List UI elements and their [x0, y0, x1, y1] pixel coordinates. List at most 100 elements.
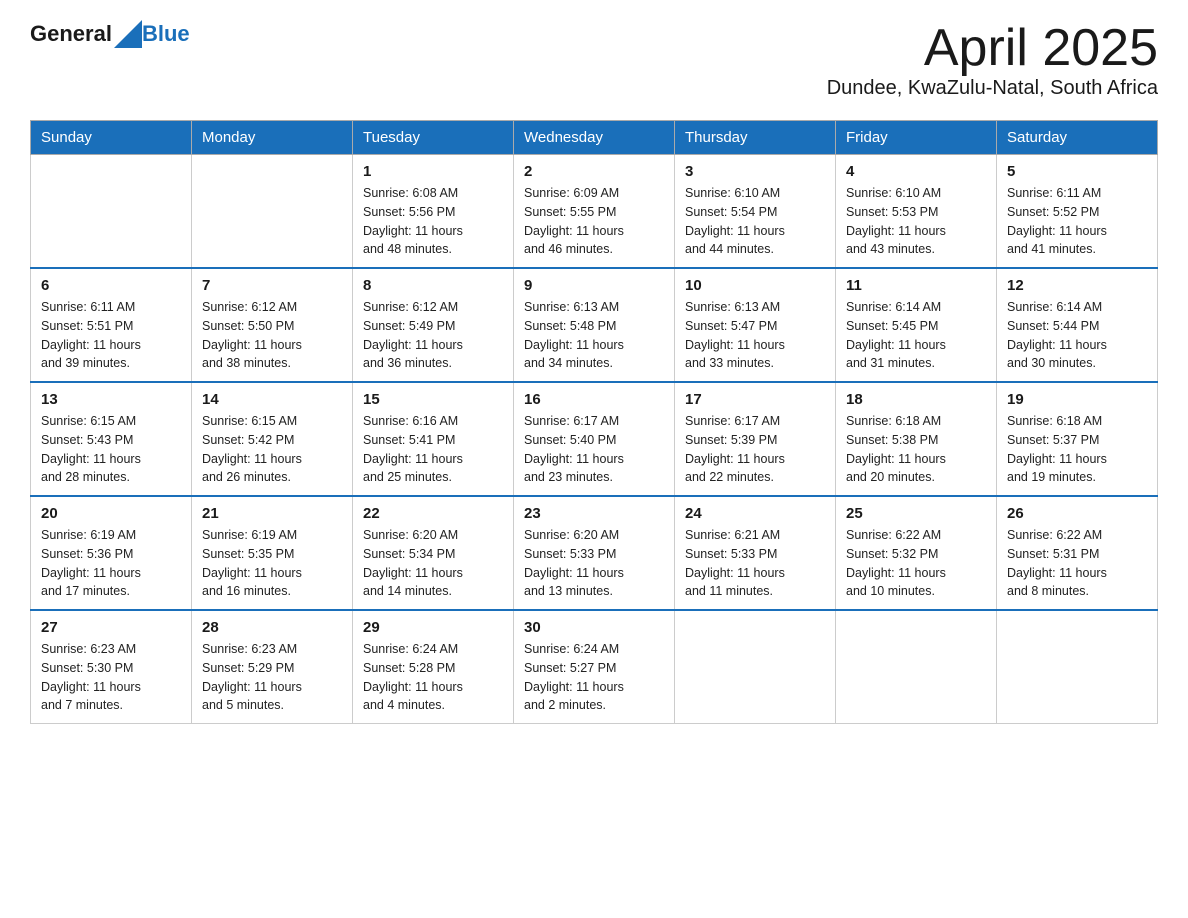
day-info: Sunrise: 6:08 AM Sunset: 5:56 PM Dayligh… [363, 184, 503, 259]
calendar-cell: 16 Sunrise: 6:17 AM Sunset: 5:40 PM Dayli… [514, 382, 675, 496]
page-title: April 2025 [827, 20, 1158, 77]
calendar-cell [192, 155, 353, 269]
calendar-cell: 11 Sunrise: 6:14 AM Sunset: 5:45 PM Dayli… [836, 268, 997, 382]
calendar-cell: 3 Sunrise: 6:10 AM Sunset: 5:54 PM Daylig… [675, 155, 836, 269]
day-number: 3 [685, 163, 825, 180]
calendar-cell: 8Sunrise: 6:12 AM Sunset: 5:49 PM Daylig… [353, 268, 514, 382]
calendar-cell: 26 Sunrise: 6:22 AM Sunset: 5:31 PM Dayli… [997, 496, 1158, 610]
calendar-cell: 18 Sunrise: 6:18 AM Sunset: 5:38 PM Dayli… [836, 382, 997, 496]
day-number: 16 [524, 391, 664, 408]
day-info: Sunrise: 6:13 AM Sunset: 5:47 PM Dayligh… [685, 298, 825, 373]
day-number: 11 [846, 277, 986, 294]
day-of-week-header: Friday [836, 121, 997, 155]
day-info: Sunrise: 6:23 AM Sunset: 5:29 PM Dayligh… [202, 640, 342, 715]
day-info: Sunrise: 6:17 AM Sunset: 5:40 PM Dayligh… [524, 412, 664, 487]
day-number: 25 [846, 505, 986, 522]
calendar-cell: 5 Sunrise: 6:11 AM Sunset: 5:52 PM Daylig… [997, 155, 1158, 269]
calendar-cell: 2Sunrise: 6:09 AM Sunset: 5:55 PM Daylig… [514, 155, 675, 269]
calendar-week-row: 13Sunrise: 6:15 AM Sunset: 5:43 PM Dayli… [31, 382, 1158, 496]
day-info: Sunrise: 6:11 AM Sunset: 5:51 PM Dayligh… [41, 298, 181, 373]
calendar-body: 1Sunrise: 6:08 AM Sunset: 5:56 PM Daylig… [31, 155, 1158, 724]
day-info: Sunrise: 6:12 AM Sunset: 5:50 PM Dayligh… [202, 298, 342, 373]
calendar-cell [31, 155, 192, 269]
day-number: 4 [846, 163, 986, 180]
day-info: Sunrise: 6:19 AM Sunset: 5:36 PM Dayligh… [41, 526, 181, 601]
day-of-week-header: Monday [192, 121, 353, 155]
day-number: 27 [41, 619, 181, 636]
day-number: 18 [846, 391, 986, 408]
day-info: Sunrise: 6:13 AM Sunset: 5:48 PM Dayligh… [524, 298, 664, 373]
day-number: 7 [202, 277, 342, 294]
day-of-week-header: Saturday [997, 121, 1158, 155]
day-number: 9 [524, 277, 664, 294]
calendar-cell: 7 Sunrise: 6:12 AM Sunset: 5:50 PM Daylig… [192, 268, 353, 382]
calendar-cell: 23 Sunrise: 6:20 AM Sunset: 5:33 PM Dayli… [514, 496, 675, 610]
logo: General Blue [30, 20, 190, 48]
day-info: Sunrise: 6:22 AM Sunset: 5:32 PM Dayligh… [846, 526, 986, 601]
day-info: Sunrise: 6:20 AM Sunset: 5:34 PM Dayligh… [363, 526, 503, 601]
day-number: 12 [1007, 277, 1147, 294]
day-info: Sunrise: 6:21 AM Sunset: 5:33 PM Dayligh… [685, 526, 825, 601]
day-of-week-header: Thursday [675, 121, 836, 155]
calendar-cell: 14 Sunrise: 6:15 AM Sunset: 5:42 PM Dayli… [192, 382, 353, 496]
calendar-cell [997, 610, 1158, 724]
calendar-cell: 28 Sunrise: 6:23 AM Sunset: 5:29 PM Dayli… [192, 610, 353, 724]
calendar-cell: 15 Sunrise: 6:16 AM Sunset: 5:41 PM Dayli… [353, 382, 514, 496]
calendar-week-row: 6Sunrise: 6:11 AM Sunset: 5:51 PM Daylig… [31, 268, 1158, 382]
calendar-cell [675, 610, 836, 724]
calendar-cell: 13Sunrise: 6:15 AM Sunset: 5:43 PM Dayli… [31, 382, 192, 496]
day-info: Sunrise: 6:10 AM Sunset: 5:54 PM Dayligh… [685, 184, 825, 259]
day-number: 5 [1007, 163, 1147, 180]
calendar-cell: 19 Sunrise: 6:18 AM Sunset: 5:37 PM Dayli… [997, 382, 1158, 496]
day-number: 15 [363, 391, 503, 408]
day-info: Sunrise: 6:18 AM Sunset: 5:38 PM Dayligh… [846, 412, 986, 487]
calendar-cell: 24 Sunrise: 6:21 AM Sunset: 5:33 PM Dayli… [675, 496, 836, 610]
calendar-cell: 29Sunrise: 6:24 AM Sunset: 5:28 PM Dayli… [353, 610, 514, 724]
title-block: April 2025 Dundee, KwaZulu-Natal, South … [827, 20, 1158, 100]
calendar-header: SundayMondayTuesdayWednesdayThursdayFrid… [31, 121, 1158, 155]
day-number: 17 [685, 391, 825, 408]
day-info: Sunrise: 6:23 AM Sunset: 5:30 PM Dayligh… [41, 640, 181, 715]
logo-text-general: General [30, 21, 112, 47]
day-number: 20 [41, 505, 181, 522]
day-number: 23 [524, 505, 664, 522]
day-info: Sunrise: 6:14 AM Sunset: 5:44 PM Dayligh… [1007, 298, 1147, 373]
calendar-cell: 10Sunrise: 6:13 AM Sunset: 5:47 PM Dayli… [675, 268, 836, 382]
day-info: Sunrise: 6:16 AM Sunset: 5:41 PM Dayligh… [363, 412, 503, 487]
day-of-week-header: Tuesday [353, 121, 514, 155]
logo-icon [114, 20, 142, 48]
calendar-cell: 1Sunrise: 6:08 AM Sunset: 5:56 PM Daylig… [353, 155, 514, 269]
calendar-cell [836, 610, 997, 724]
day-info: Sunrise: 6:19 AM Sunset: 5:35 PM Dayligh… [202, 526, 342, 601]
calendar-cell: 12 Sunrise: 6:14 AM Sunset: 5:44 PM Dayli… [997, 268, 1158, 382]
calendar-cell: 30Sunrise: 6:24 AM Sunset: 5:27 PM Dayli… [514, 610, 675, 724]
day-info: Sunrise: 6:17 AM Sunset: 5:39 PM Dayligh… [685, 412, 825, 487]
calendar-cell: 6Sunrise: 6:11 AM Sunset: 5:51 PM Daylig… [31, 268, 192, 382]
day-number: 28 [202, 619, 342, 636]
day-number: 24 [685, 505, 825, 522]
calendar-cell: 27 Sunrise: 6:23 AM Sunset: 5:30 PM Dayli… [31, 610, 192, 724]
day-number: 19 [1007, 391, 1147, 408]
day-number: 29 [363, 619, 503, 636]
day-info: Sunrise: 6:18 AM Sunset: 5:37 PM Dayligh… [1007, 412, 1147, 487]
day-info: Sunrise: 6:24 AM Sunset: 5:27 PM Dayligh… [524, 640, 664, 715]
day-info: Sunrise: 6:20 AM Sunset: 5:33 PM Dayligh… [524, 526, 664, 601]
day-number: 26 [1007, 505, 1147, 522]
calendar-cell: 17 Sunrise: 6:17 AM Sunset: 5:39 PM Dayli… [675, 382, 836, 496]
day-number: 14 [202, 391, 342, 408]
calendar-cell: 20 Sunrise: 6:19 AM Sunset: 5:36 PM Dayli… [31, 496, 192, 610]
day-info: Sunrise: 6:15 AM Sunset: 5:42 PM Dayligh… [202, 412, 342, 487]
calendar-week-row: 20 Sunrise: 6:19 AM Sunset: 5:36 PM Dayli… [31, 496, 1158, 610]
day-info: Sunrise: 6:22 AM Sunset: 5:31 PM Dayligh… [1007, 526, 1147, 601]
day-info: Sunrise: 6:09 AM Sunset: 5:55 PM Dayligh… [524, 184, 664, 259]
day-info: Sunrise: 6:12 AM Sunset: 5:49 PM Dayligh… [363, 298, 503, 373]
page-header: General Blue April 2025 Dundee, KwaZulu-… [30, 20, 1158, 100]
calendar-cell: 4 Sunrise: 6:10 AM Sunset: 5:53 PM Daylig… [836, 155, 997, 269]
day-number: 21 [202, 505, 342, 522]
day-info: Sunrise: 6:14 AM Sunset: 5:45 PM Dayligh… [846, 298, 986, 373]
day-of-week-header: Sunday [31, 121, 192, 155]
day-info: Sunrise: 6:11 AM Sunset: 5:52 PM Dayligh… [1007, 184, 1147, 259]
calendar-cell: 25 Sunrise: 6:22 AM Sunset: 5:32 PM Dayli… [836, 496, 997, 610]
day-info: Sunrise: 6:10 AM Sunset: 5:53 PM Dayligh… [846, 184, 986, 259]
day-info: Sunrise: 6:15 AM Sunset: 5:43 PM Dayligh… [41, 412, 181, 487]
